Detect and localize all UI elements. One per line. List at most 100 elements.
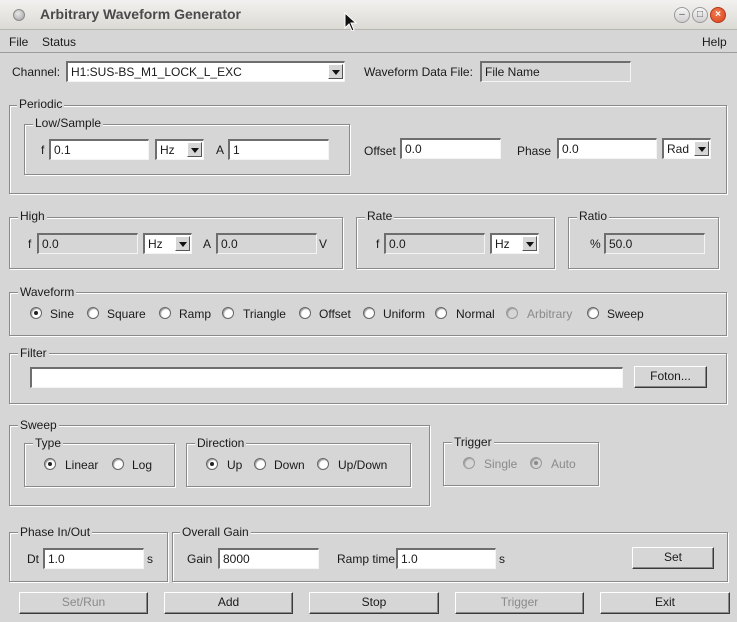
offset-label: Offset (364, 144, 396, 158)
filter-input[interactable] (30, 367, 623, 388)
chevron-down-icon[interactable] (522, 236, 537, 251)
window-menu-icon[interactable] (13, 9, 25, 21)
waveform-uniform-radio[interactable] (363, 307, 375, 319)
sweep-type-log-radio[interactable] (112, 458, 124, 470)
waveform-sweep-label: Sweep (607, 307, 644, 321)
ramp-time-input[interactable]: 1.0 (396, 548, 496, 569)
low-sample-title: Low/Sample (33, 116, 104, 130)
trigger-title: Trigger (452, 435, 494, 449)
trigger-auto-label: Auto (551, 457, 576, 471)
rate-f-unit-select[interactable]: Hz (490, 233, 539, 254)
phase-inout-title: Phase In/Out (18, 525, 93, 539)
sweep-direction-down-label: Down (274, 458, 305, 472)
phase-unit-select[interactable]: Rad (662, 138, 711, 159)
stop-button[interactable]: Stop (309, 592, 439, 614)
waveform-ramp-label: Ramp (179, 307, 212, 321)
waveform-arbitrary-label: Arbitrary (527, 307, 573, 321)
high-a-input[interactable]: 0.0 (216, 233, 317, 254)
exit-button[interactable]: Exit (600, 592, 730, 614)
minimize-button[interactable]: – (674, 7, 690, 23)
ratio-label: % (590, 237, 601, 251)
sweep-type-log-label: Log (132, 458, 153, 472)
sweep-direction-up-radio[interactable] (206, 458, 218, 470)
waveform-normal-radio[interactable] (435, 307, 447, 319)
trigger-auto-radio[interactable] (530, 457, 542, 469)
rate-f-unit-value: Hz (495, 237, 510, 251)
gain-label: Gain (187, 552, 213, 566)
foton-button[interactable]: Foton... (634, 366, 707, 388)
low-a-input[interactable]: 1 (228, 139, 329, 160)
offset-input[interactable]: 0.0 (400, 138, 501, 159)
high-a-label: A (203, 237, 212, 251)
menu-help[interactable]: Help (702, 35, 727, 49)
dt-input[interactable]: 1.0 (43, 548, 144, 569)
phase-unit-value: Rad (667, 142, 690, 156)
trigger-single-label: Single (484, 457, 518, 471)
window-title: Arbitrary Waveform Generator (40, 6, 241, 22)
waveform-triangle-radio[interactable] (222, 307, 234, 319)
rate-f-input[interactable]: 0.0 (384, 233, 485, 254)
set-button[interactable]: Set (632, 547, 714, 569)
waveform-arbitrary-radio[interactable] (506, 307, 518, 319)
overall-gain-title: Overall Gain (180, 525, 251, 539)
dt-unit: s (147, 552, 153, 566)
data-file-field[interactable]: File Name (480, 61, 631, 82)
low-f-unit-select[interactable]: Hz (155, 139, 204, 160)
low-f-input[interactable]: 0.1 (49, 139, 149, 160)
gain-input[interactable]: 8000 (218, 548, 319, 569)
channel-value: H1:SUS-BS_M1_LOCK_L_EXC (71, 65, 242, 79)
phase-label: Phase (517, 144, 552, 158)
waveform-normal-label: Normal (456, 307, 495, 321)
sweep-direction-updown-radio[interactable] (317, 458, 329, 470)
menu-status[interactable]: Status (42, 35, 76, 49)
high-f-label: f (28, 237, 32, 251)
chevron-down-icon[interactable] (694, 141, 709, 156)
sweep-type-title: Type (33, 436, 64, 450)
waveform-square-radio[interactable] (87, 307, 99, 319)
sweep-direction-updown-label: Up/Down (338, 458, 388, 472)
menu-bar: File Status Help (0, 31, 737, 53)
ratio-title: Ratio (577, 209, 610, 223)
sweep-type-linear-radio[interactable] (44, 458, 56, 470)
high-f-input[interactable]: 0.0 (37, 233, 138, 254)
set-run-button[interactable]: Set/Run (19, 592, 148, 614)
waveform-offset-radio[interactable] (299, 307, 311, 319)
close-button[interactable]: × (710, 7, 726, 23)
sweep-direction-up-label: Up (227, 458, 243, 472)
rate-title: Rate (365, 209, 395, 223)
waveform-ramp-radio[interactable] (159, 307, 171, 319)
phase-input[interactable]: 0.0 (557, 138, 657, 159)
title-bar[interactable]: Arbitrary Waveform Generator – □ × (0, 0, 737, 32)
channel-select[interactable]: H1:SUS-BS_M1_LOCK_L_EXC (66, 61, 345, 82)
dt-label: Dt (27, 552, 39, 566)
high-a-unit: V (319, 237, 328, 251)
sweep-direction-down-radio[interactable] (254, 458, 266, 470)
waveform-square-label: Square (107, 307, 146, 321)
low-f-unit-value: Hz (160, 143, 175, 157)
waveform-sweep-radio[interactable] (587, 307, 599, 319)
high-title: High (18, 209, 47, 223)
waveform-sine-radio[interactable] (30, 307, 42, 319)
rate-f-label: f (376, 237, 380, 251)
menu-file[interactable]: File (9, 35, 28, 49)
periodic-title: Periodic (17, 97, 65, 111)
waveform-triangle-label: Triangle (243, 307, 286, 321)
chevron-down-icon[interactable] (175, 236, 190, 251)
waveform-sine-label: Sine (50, 307, 75, 321)
add-button[interactable]: Add (164, 592, 293, 614)
trigger-single-radio[interactable] (463, 457, 475, 469)
trigger-button[interactable]: Trigger (455, 592, 584, 614)
channel-label: Channel: (12, 65, 61, 79)
waveform-uniform-label: Uniform (383, 307, 426, 321)
chevron-down-icon[interactable] (328, 64, 343, 79)
sweep-type-linear-label: Linear (65, 458, 99, 472)
low-a-label: A (216, 143, 225, 157)
high-f-unit-value: Hz (148, 237, 163, 251)
maximize-button[interactable]: □ (692, 7, 708, 23)
chevron-down-icon[interactable] (187, 142, 202, 157)
high-f-unit-select[interactable]: Hz (143, 233, 192, 254)
filter-title: Filter (18, 346, 49, 360)
data-file-label: Waveform Data File: (364, 65, 473, 79)
ramp-time-label: Ramp time (337, 552, 396, 566)
ratio-input[interactable]: 50.0 (604, 233, 705, 254)
